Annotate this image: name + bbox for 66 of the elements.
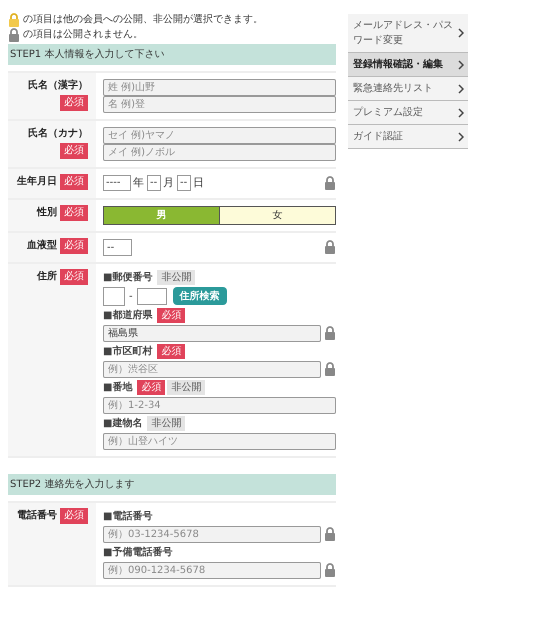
chevron-icon [458, 108, 464, 118]
input-field[interactable]: 例）渋谷区 [103, 360, 321, 378]
input-field[interactable]: セイ 例)ヤマノ [103, 127, 336, 144]
date-unit: 日 [193, 175, 204, 191]
input-field[interactable]: 例）1-2-34 [103, 396, 336, 414]
field-label: ■郵便番号 [103, 270, 152, 284]
required-badge: 必須 [137, 380, 166, 394]
section-header: STEP1 本人情報を入力して下さい [8, 44, 336, 65]
field-label: ■市区町村 [103, 344, 152, 358]
row-label: 氏名（カナ） [28, 126, 88, 141]
chevron-icon [458, 132, 464, 142]
required-badge: 必須 [60, 204, 88, 220]
blood-type-select[interactable]: -- [103, 238, 132, 256]
required-badge: 必須 [60, 174, 88, 190]
field-label: ■予備電話番号 [103, 546, 172, 560]
lock-icon [324, 326, 336, 340]
input-field[interactable]: 姓 例)山野 [103, 79, 336, 96]
lock-icon [324, 563, 336, 577]
required-badge: 必須 [60, 143, 88, 159]
required-badge: 必須 [157, 344, 186, 358]
sidebar-item[interactable]: 緊急連絡先リスト [348, 77, 468, 101]
required-badge: 必須 [60, 95, 88, 111]
private-badge: 非公開 [167, 380, 206, 394]
field-label: ■建物名 [103, 416, 142, 430]
note-text: の項目は公開されません。 [23, 28, 143, 42]
date-unit: 年 [133, 175, 144, 191]
date-select[interactable]: ---- [103, 175, 131, 192]
dash-text: - [129, 290, 133, 304]
zip-field[interactable] [103, 286, 125, 306]
lock-icon [324, 527, 336, 541]
required-badge: 必須 [60, 268, 88, 284]
sidebar-item[interactable]: 登録情報確認・編集 [348, 53, 468, 77]
input-field[interactable]: 例）山登ハイツ [103, 432, 336, 450]
private-badge: 非公開 [147, 416, 186, 430]
row-label: 生年月日 [17, 174, 57, 189]
field-label: ■電話番号 [103, 510, 152, 524]
lock-icon [324, 362, 336, 376]
input-field[interactable]: 例）090-1234-5678 [103, 562, 321, 578]
input-field[interactable]: 福島県 [103, 324, 321, 342]
field-label: ■番地 [103, 380, 132, 394]
date-select[interactable]: -- [177, 175, 191, 192]
input-field[interactable]: 例）03-1234-5678 [103, 526, 321, 542]
sidebar-item[interactable]: ガイド認証 [348, 125, 468, 149]
field-label: ■都道府県 [103, 308, 152, 322]
sidebar-item[interactable]: プレミアム設定 [348, 101, 468, 125]
date-unit: 月 [163, 175, 174, 191]
input-field[interactable]: メイ 例)ノボル [103, 144, 336, 161]
date-select[interactable]: -- [147, 175, 161, 192]
chevron-icon [458, 60, 464, 70]
row-label: 電話番号 [17, 508, 57, 522]
zip-field[interactable] [136, 288, 167, 304]
required-badge: 必須 [60, 508, 88, 524]
row-label: 氏名（漢字） [28, 78, 88, 93]
chevron-icon [458, 28, 464, 38]
gender-option[interactable]: 女 [219, 206, 335, 224]
section-header: STEP2 連絡先を入力します [8, 474, 336, 494]
required-badge: 必須 [60, 238, 88, 254]
private-badge: 非公開 [157, 270, 196, 284]
row-label: 血液型 [27, 238, 57, 252]
input-field[interactable]: 名 例)登 [103, 96, 336, 113]
row-label: 住所 [37, 270, 57, 284]
required-badge: 必須 [157, 308, 186, 322]
row-label: 性別 [37, 206, 57, 220]
note-text: の項目は他の会員への公開、非公開が選択できます。 [23, 12, 263, 27]
chevron-icon [458, 84, 464, 94]
sidebar-item[interactable]: メールアドレス・パスワード変更 [348, 14, 468, 53]
